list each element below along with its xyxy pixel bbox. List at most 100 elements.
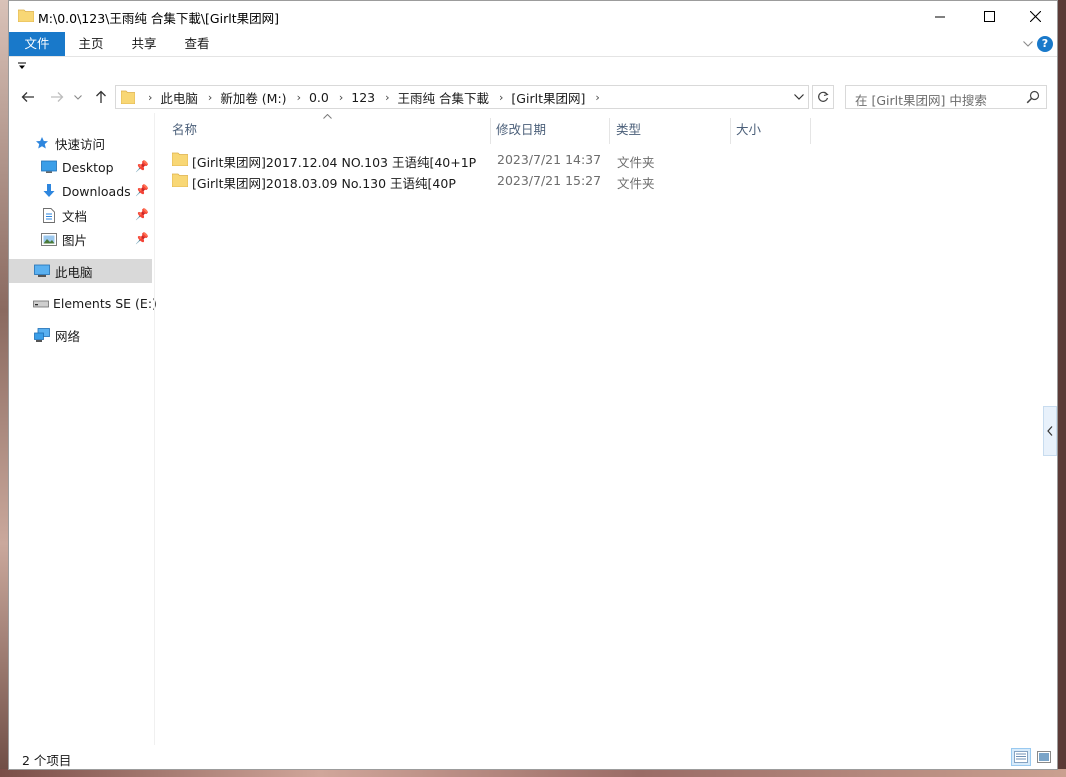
- sidebar-item-label: 快速访问: [55, 136, 106, 152]
- column-header-size[interactable]: 大小: [736, 119, 761, 143]
- minimize-icon: [934, 16, 945, 18]
- help-icon[interactable]: ?: [1037, 36, 1053, 52]
- sidebar-item-documents[interactable]: 文档 📌: [9, 203, 152, 227]
- chevron-right-icon[interactable]: ›: [297, 91, 301, 104]
- chevron-down-icon: [74, 94, 82, 100]
- drive-icon: [33, 294, 49, 312]
- folder-icon: [121, 90, 135, 104]
- sidebar-item-label: 此电脑: [55, 264, 93, 280]
- navigation-pane: 快速访问 Desktop 📌 Downloads 📌 文档 📌 图片 📌 此电脑…: [9, 113, 157, 745]
- sidebar-item-desktop[interactable]: Desktop 📌: [9, 155, 152, 179]
- chevron-right-icon[interactable]: ›: [595, 91, 599, 104]
- back-button[interactable]: [18, 87, 38, 107]
- maximize-icon: [983, 11, 995, 22]
- pin-icon: 📌: [135, 208, 149, 221]
- expand-ribbon-chevron-icon[interactable]: [1023, 37, 1033, 50]
- details-view-icon: [1014, 751, 1028, 763]
- network-icon: [33, 326, 51, 344]
- file-name: [Girlt果团网]2017.12.04 NO.103 王语纯[40+1P: [192, 155, 477, 170]
- maximize-button[interactable]: [966, 1, 1012, 32]
- folder-icon: [172, 173, 188, 187]
- folder-icon: [18, 9, 34, 22]
- chevron-right-icon[interactable]: ›: [499, 91, 503, 104]
- refresh-icon: [818, 91, 829, 102]
- pin-icon: 📌: [135, 184, 149, 197]
- tab-view[interactable]: 查看: [175, 32, 219, 56]
- sidebar-item-pictures[interactable]: 图片 📌: [9, 227, 152, 251]
- address-bar[interactable]: › 此电脑 › 新加卷 (M:) › 0.0 › 123 › 王雨纯 合集下載 …: [115, 85, 809, 109]
- address-history-dropdown[interactable]: [790, 86, 808, 108]
- preview-pane-toggle[interactable]: [1043, 406, 1057, 456]
- sidebar-item-this-pc[interactable]: 此电脑: [9, 259, 152, 283]
- breadcrumb-folder-0-0[interactable]: 0.0: [309, 90, 329, 105]
- sidebar-item-label: 网络: [55, 328, 81, 344]
- window-title: M:\0.0\123\王雨纯 合集下載\[Girlt果团网]: [38, 11, 279, 26]
- column-header-date[interactable]: 修改日期: [496, 119, 546, 143]
- forward-button[interactable]: [47, 87, 67, 107]
- breadcrumb-folder-collection[interactable]: 王雨纯 合集下載: [398, 88, 489, 107]
- ribbon-tabs: 文件 主页 共享 查看 ?: [9, 32, 1057, 57]
- sidebar-item-label: Desktop: [62, 159, 114, 175]
- breadcrumb-folder-current[interactable]: [Girlt果团网]: [511, 88, 585, 107]
- chevron-left-icon: [1047, 426, 1053, 436]
- refresh-button[interactable]: [812, 85, 834, 109]
- sidebar-item-downloads[interactable]: Downloads 📌: [9, 179, 152, 203]
- item-count: 2 个项目: [22, 753, 72, 768]
- up-button[interactable]: [91, 87, 111, 107]
- minimize-button[interactable]: [917, 1, 963, 32]
- desktop-wallpaper-bottom: [0, 769, 1066, 777]
- file-type: 文件夹: [617, 155, 655, 170]
- breadcrumb-drive-m[interactable]: 新加卷 (M:): [220, 88, 286, 107]
- sort-ascending-icon: [323, 111, 332, 122]
- search-placeholder: 在 [Girlt果团网] 中搜索: [855, 93, 987, 108]
- file-name: [Girlt果团网]2018.03.09 No.130 王语纯[40P: [192, 176, 456, 191]
- explorer-window: M:\0.0\123\王雨纯 合集下載\[Girlt果团网] 文件 主页 共享 …: [8, 0, 1058, 770]
- sidebar-item-elements-drive[interactable]: Elements SE (E:): [9, 291, 157, 315]
- chevron-right-icon[interactable]: ›: [208, 91, 212, 104]
- column-header-name[interactable]: 名称: [172, 119, 197, 143]
- column-divider[interactable]: [810, 118, 811, 144]
- search-input[interactable]: 在 [Girlt果团网] 中搜索: [845, 85, 1047, 109]
- desktop-wallpaper-left: [0, 0, 8, 777]
- navigation-bar: › 此电脑 › 新加卷 (M:) › 0.0 › 123 › 王雨纯 合集下載 …: [9, 83, 1057, 111]
- column-header-type[interactable]: 类型: [616, 119, 641, 143]
- chevron-right-icon[interactable]: ›: [339, 91, 343, 104]
- file-type: 文件夹: [617, 176, 655, 191]
- folder-icon: [172, 152, 188, 166]
- breadcrumb-folder-123[interactable]: 123: [351, 90, 375, 105]
- sidebar-item-label: Elements SE (E:): [53, 295, 157, 311]
- close-button[interactable]: [1012, 1, 1058, 32]
- chevron-right-icon[interactable]: ›: [385, 91, 389, 104]
- column-divider[interactable]: [730, 118, 731, 144]
- sidebar-item-label: 文档: [62, 208, 88, 224]
- customize-toolbar-icon[interactable]: [18, 62, 26, 73]
- status-bar: 2 个项目: [9, 745, 1057, 769]
- tab-share[interactable]: 共享: [122, 32, 166, 56]
- sidebar-item-quick-access[interactable]: 快速访问: [9, 131, 152, 155]
- recent-locations-button[interactable]: [71, 87, 85, 107]
- breadcrumb-this-pc[interactable]: 此电脑: [160, 88, 198, 107]
- column-divider[interactable]: [609, 118, 610, 144]
- download-icon: [40, 182, 58, 200]
- large-icons-view-icon: [1037, 751, 1051, 763]
- chevron-right-icon[interactable]: ›: [148, 91, 152, 104]
- sidebar-item-network[interactable]: 网络: [9, 323, 152, 347]
- title-bar[interactable]: M:\0.0\123\王雨纯 合集下載\[Girlt果团网]: [9, 1, 1057, 32]
- arrow-left-icon: [21, 92, 34, 102]
- document-icon: [40, 206, 58, 224]
- star-icon: [33, 134, 51, 152]
- search-icon[interactable]: [1026, 90, 1040, 104]
- file-list: 名称 修改日期 类型 大小 [Girlt果团网]2017.12.04 NO.10…: [155, 113, 1039, 745]
- column-divider[interactable]: [490, 118, 491, 144]
- details-view-button[interactable]: [1011, 748, 1031, 766]
- tab-home[interactable]: 主页: [69, 32, 113, 56]
- file-date: 2023/7/21 15:27: [497, 173, 602, 188]
- file-row[interactable]: [Girlt果团网]2018.03.09 No.130 王语纯[40P 2023…: [172, 170, 812, 191]
- large-icons-view-button[interactable]: [1034, 748, 1054, 766]
- tab-file[interactable]: 文件: [9, 32, 65, 56]
- chevron-down-icon: [794, 94, 804, 100]
- sidebar-item-label: Downloads: [62, 183, 131, 199]
- file-row[interactable]: [Girlt果团网]2017.12.04 NO.103 王语纯[40+1P 20…: [172, 149, 812, 170]
- desktop-icon: [40, 158, 58, 176]
- file-date: 2023/7/21 14:37: [497, 152, 602, 167]
